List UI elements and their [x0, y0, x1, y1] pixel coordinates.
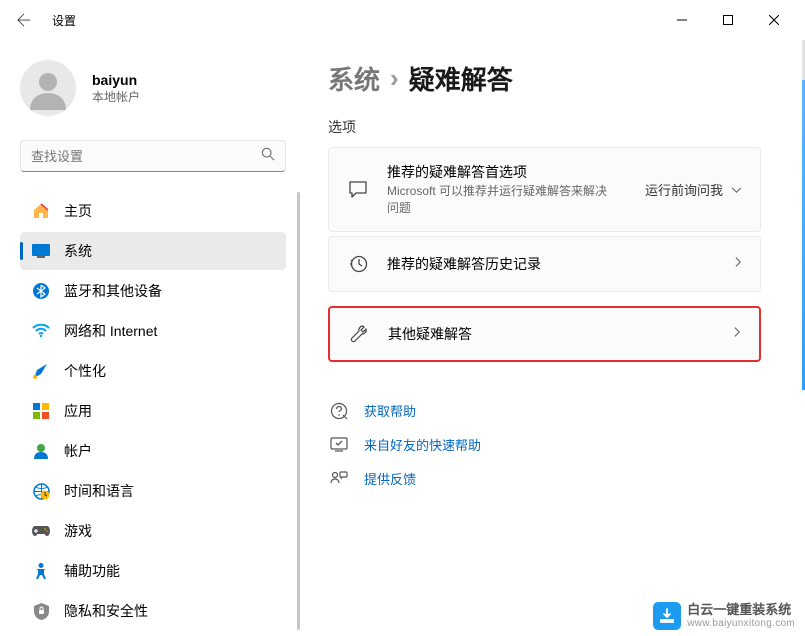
- nav-item-bluetooth[interactable]: 蓝牙和其他设备: [20, 272, 286, 310]
- link-label: 来自好友的快速帮助: [364, 435, 481, 454]
- apps-icon: [32, 402, 50, 420]
- chevron-right-icon: [735, 255, 742, 273]
- nav-label: 系统: [64, 241, 92, 261]
- card-title: 推荐的疑难解答历史记录: [387, 254, 735, 274]
- gaming-icon: [32, 522, 50, 540]
- card-other-troubleshooters[interactable]: 其他疑难解答: [328, 306, 761, 362]
- watermark: 白云一键重装系统 www.baiyunxitong.com: [653, 602, 795, 630]
- shield-icon: [32, 602, 50, 620]
- nav-label: 网络和 Internet: [64, 321, 157, 341]
- help-links: 获取帮助 来自好友的快速帮助 提供反馈: [328, 394, 761, 496]
- card-title: 其他疑难解答: [388, 324, 734, 344]
- profile-name: baiyun: [92, 72, 140, 88]
- watermark-title: 白云一键重装系统: [687, 603, 795, 617]
- close-button[interactable]: [751, 4, 797, 36]
- minimize-button[interactable]: [659, 4, 705, 36]
- breadcrumb-parent[interactable]: 系统: [328, 60, 380, 97]
- nav-label: 辅助功能: [64, 561, 120, 581]
- feedback-icon: [328, 468, 350, 490]
- nav-item-apps[interactable]: 应用: [20, 392, 286, 430]
- link-label: 获取帮助: [364, 401, 416, 420]
- profile-block[interactable]: baiyun 本地帐户: [16, 52, 300, 136]
- card-title: 推荐的疑难解答首选项: [387, 162, 645, 182]
- maximize-button[interactable]: [705, 4, 751, 36]
- close-icon: [769, 15, 779, 25]
- watermark-url: www.baiyunxitong.com: [687, 618, 795, 629]
- quick-assist-icon: [328, 434, 350, 456]
- content-area: 系统 › 疑难解答 选项 推荐的疑难解答首选项 Microsoft 可以推荐并运…: [300, 40, 805, 636]
- link-quick-assist[interactable]: 来自好友的快速帮助: [328, 428, 761, 462]
- chevron-right-icon: [734, 325, 741, 343]
- clock-globe-icon: [32, 482, 50, 500]
- card-history[interactable]: 推荐的疑难解答历史记录: [328, 236, 761, 292]
- nav-item-gaming[interactable]: 游戏: [20, 512, 286, 550]
- nav-item-home[interactable]: 主页: [20, 192, 286, 230]
- nav-label: 帐户: [64, 441, 92, 461]
- help-icon: [328, 400, 350, 422]
- watermark-logo: [653, 602, 681, 630]
- section-label: 选项: [328, 117, 761, 137]
- breadcrumb-current: 疑难解答: [409, 60, 513, 97]
- nav-label: 时间和语言: [64, 481, 134, 501]
- breadcrumb: 系统 › 疑难解答: [328, 60, 761, 97]
- window-title: 设置: [52, 12, 76, 29]
- nav-item-personalization[interactable]: 个性化: [20, 352, 286, 390]
- back-button[interactable]: [8, 4, 40, 36]
- dropdown-value: 运行前询问我: [645, 180, 723, 199]
- nav-item-accessibility[interactable]: 辅助功能: [20, 552, 286, 590]
- link-feedback[interactable]: 提供反馈: [328, 462, 761, 496]
- wrench-icon: [348, 323, 370, 345]
- nav-item-accounts[interactable]: 帐户: [20, 432, 286, 470]
- nav-item-system[interactable]: 系统: [20, 232, 286, 270]
- arrow-left-icon: [17, 13, 31, 27]
- profile-type: 本地帐户: [92, 88, 140, 105]
- accessibility-icon: [32, 562, 50, 580]
- nav-label: 游戏: [64, 521, 92, 541]
- account-icon: [32, 442, 50, 460]
- download-icon: [658, 607, 676, 625]
- brush-icon: [32, 362, 50, 380]
- history-icon: [347, 253, 369, 275]
- system-icon: [32, 242, 50, 260]
- maximize-icon: [723, 15, 733, 25]
- search-box[interactable]: [20, 140, 286, 172]
- card-dropdown[interactable]: 运行前询问我: [645, 180, 742, 199]
- card-subtitle: Microsoft 可以推荐并运行疑难解答来解决问题: [387, 183, 607, 217]
- search-icon: [261, 147, 275, 166]
- nav-list: 主页 系统 蓝牙和其他设备 网络和 Internet 个性化 应用: [16, 192, 300, 630]
- home-icon: [32, 202, 50, 220]
- titlebar: 设置: [0, 0, 805, 40]
- avatar: [20, 60, 76, 116]
- nav-item-network[interactable]: 网络和 Internet: [20, 312, 286, 350]
- nav-label: 蓝牙和其他设备: [64, 281, 162, 301]
- nav-item-privacy[interactable]: 隐私和安全性: [20, 592, 286, 630]
- card-preferences[interactable]: 推荐的疑难解答首选项 Microsoft 可以推荐并运行疑难解答来解决问题 运行…: [328, 147, 761, 232]
- nav-label: 主页: [64, 201, 92, 221]
- nav-label: 隐私和安全性: [64, 601, 148, 621]
- nav-item-time-language[interactable]: 时间和语言: [20, 472, 286, 510]
- user-avatar-icon: [26, 66, 70, 110]
- chat-icon: [347, 178, 369, 200]
- breadcrumb-separator: ›: [390, 63, 399, 94]
- nav-label: 应用: [64, 401, 92, 421]
- wifi-icon: [32, 322, 50, 340]
- bluetooth-icon: [32, 282, 50, 300]
- link-label: 提供反馈: [364, 469, 416, 488]
- search-input[interactable]: [31, 149, 261, 164]
- sidebar: baiyun 本地帐户 主页 系统 蓝牙和其他设备: [0, 40, 300, 636]
- link-get-help[interactable]: 获取帮助: [328, 394, 761, 428]
- chevron-down-icon: [731, 182, 742, 197]
- nav-label: 个性化: [64, 361, 106, 381]
- minimize-icon: [677, 15, 687, 25]
